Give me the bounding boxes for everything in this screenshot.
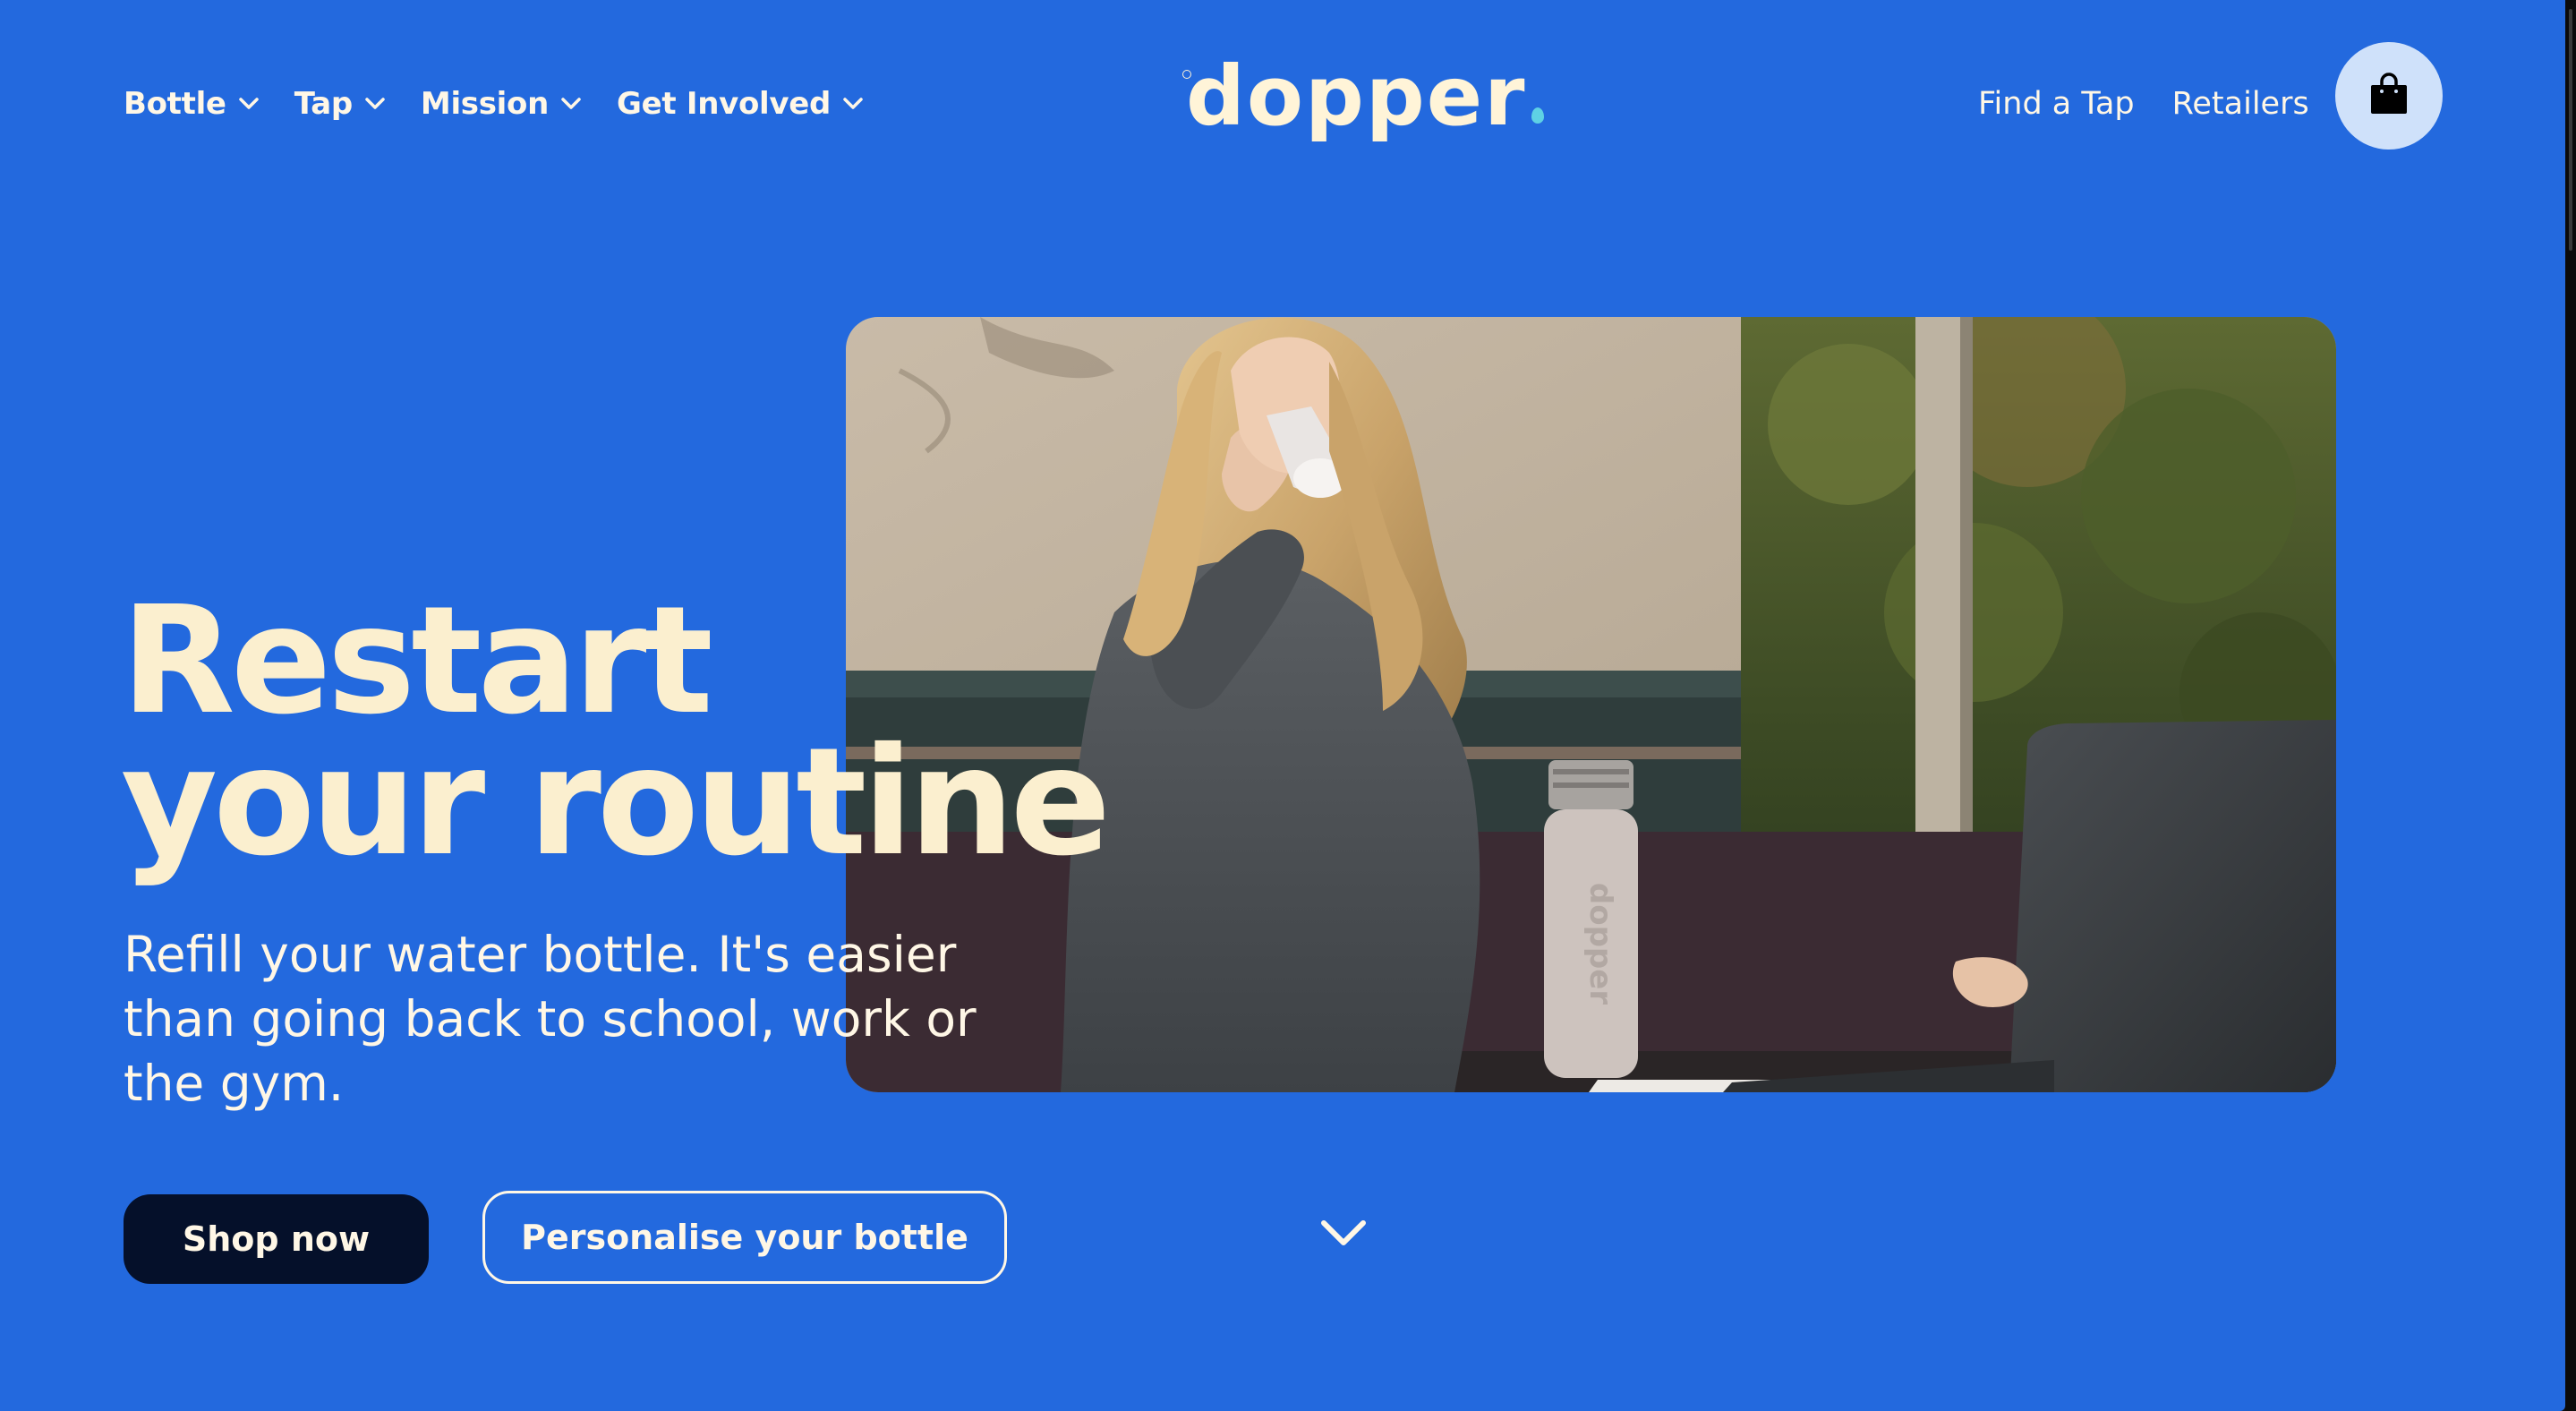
page: Bottle Tap Mission Get Involved dopper F…: [0, 0, 2565, 1411]
nav-item-bottle[interactable]: Bottle: [124, 86, 259, 122]
shopping-bag-icon: [2367, 72, 2411, 120]
chevron-down-icon: [843, 98, 863, 110]
nav-item-label: Mission: [420, 86, 549, 122]
browser-scrollbar[interactable]: [2565, 0, 2576, 1411]
nav-item-label: Tap: [294, 86, 354, 122]
cart-button[interactable]: [2335, 42, 2443, 150]
hero-subtext: Refill your water bottle. It's easier th…: [124, 926, 977, 1112]
scrollbar-thumb[interactable]: [2569, 9, 2572, 251]
primary-nav: Bottle Tap Mission Get Involved: [124, 79, 899, 129]
water-drop-icon: [1531, 107, 1544, 124]
nav-item-tap[interactable]: Tap: [294, 86, 385, 122]
bottle-logo-text: dopper: [1582, 883, 1618, 1005]
nav-item-label: Get Involved: [617, 86, 832, 122]
secondary-nav: Find a Tap Retailers EN: [1941, 77, 2390, 131]
retailers-link[interactable]: Retailers: [2172, 86, 2309, 122]
nav-item-get-involved[interactable]: Get Involved: [617, 86, 863, 122]
chevron-down-icon: [365, 98, 385, 110]
chevron-down-icon: [561, 98, 581, 110]
headline-line-2: your routine: [121, 716, 1111, 889]
find-a-tap-link[interactable]: Find a Tap: [1978, 86, 2135, 122]
personalise-bottle-button[interactable]: Personalise your bottle: [482, 1191, 1007, 1284]
hero-headline: Restart your routine: [121, 575, 1111, 889]
headline-line-1: Restart: [121, 575, 713, 748]
logo-text: dopper: [1186, 48, 1527, 144]
nav-item-label: Bottle: [124, 86, 226, 122]
dopper-logo[interactable]: dopper: [1182, 48, 1548, 150]
chevron-down-icon: [238, 98, 259, 110]
nav-item-mission[interactable]: Mission: [421, 86, 581, 122]
shop-now-button[interactable]: Shop now: [124, 1194, 429, 1284]
chevron-down-icon[interactable]: [1318, 1216, 1369, 1252]
